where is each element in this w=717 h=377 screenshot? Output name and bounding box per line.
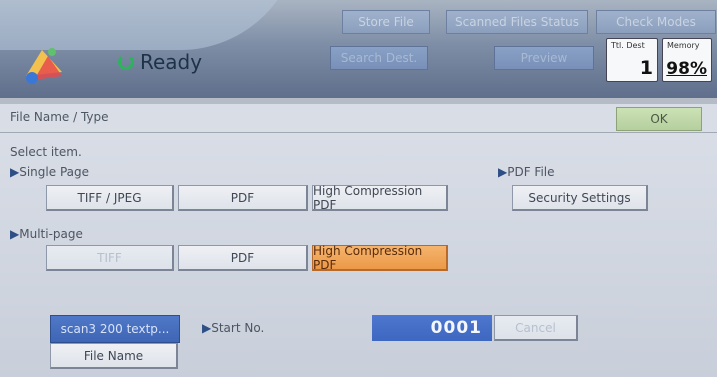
content-area: Select item. ▶Single Page TIFF / JPEG PD…: [0, 133, 717, 377]
status-text: Ready: [140, 50, 203, 74]
counter-label: Memory: [667, 41, 700, 50]
memory-counter: Memory 98%: [662, 38, 712, 82]
check-modes-button[interactable]: Check Modes: [596, 10, 716, 34]
single-pdf-button[interactable]: PDF: [178, 185, 308, 211]
status-indicator: Ready: [118, 50, 202, 74]
start-no-input[interactable]: 0001: [372, 315, 492, 341]
file-name-value[interactable]: scan3 200 textp...: [50, 315, 180, 343]
single-high-compression-pdf-button[interactable]: High Compression PDF: [312, 184, 448, 212]
pdf-file-label: ▶PDF File: [498, 165, 555, 179]
counter-value: 1: [639, 57, 653, 79]
single-page-text: Single Page: [19, 165, 89, 179]
triangle-right-icon: ▶: [498, 165, 508, 179]
counter-value: 98%: [666, 59, 707, 79]
scanner-logo-icon: [26, 48, 62, 84]
single-tiff-jpeg-button[interactable]: TIFF / JPEG: [46, 185, 174, 211]
scanner-panel: Store File Scanned Files Status Check Mo…: [0, 0, 717, 377]
multi-page-text: Multi-page: [19, 227, 83, 241]
triangle-right-icon: ▶: [10, 227, 20, 241]
page-title: File Name / Type: [10, 110, 109, 124]
multi-high-compression-pdf-button[interactable]: High Compression PDF: [312, 244, 448, 272]
preview-button[interactable]: Preview: [494, 46, 594, 70]
counter-label: Ttl. Dest: [611, 41, 645, 50]
pdf-file-text: PDF File: [507, 165, 555, 179]
store-file-button[interactable]: Store File: [342, 10, 430, 34]
header-bar: Store File Scanned Files Status Check Mo…: [0, 0, 717, 98]
triangle-right-icon: ▶: [10, 165, 20, 179]
start-no-text: Start No.: [211, 321, 265, 335]
multi-pdf-button[interactable]: PDF: [178, 245, 308, 271]
start-no-label: ▶Start No.: [202, 321, 264, 335]
search-dest-button[interactable]: Search Dest.: [330, 46, 428, 70]
triangle-right-icon: ▶: [202, 321, 212, 335]
cancel-button[interactable]: Cancel: [494, 315, 578, 341]
ready-ring-icon: [118, 54, 134, 70]
multi-tiff-button[interactable]: TIFF: [46, 245, 174, 271]
ok-button[interactable]: OK: [616, 107, 702, 131]
select-prompt: Select item.: [10, 145, 82, 159]
single-page-label: ▶Single Page: [10, 165, 89, 179]
file-name-button[interactable]: File Name: [50, 343, 178, 369]
title-bar: File Name / Type OK: [0, 104, 717, 133]
total-destinations-counter: Ttl. Dest 1: [606, 38, 658, 82]
security-settings-button[interactable]: Security Settings: [512, 185, 648, 211]
multi-page-label: ▶Multi-page: [10, 227, 83, 241]
scanned-files-status-button[interactable]: Scanned Files Status: [446, 10, 588, 34]
